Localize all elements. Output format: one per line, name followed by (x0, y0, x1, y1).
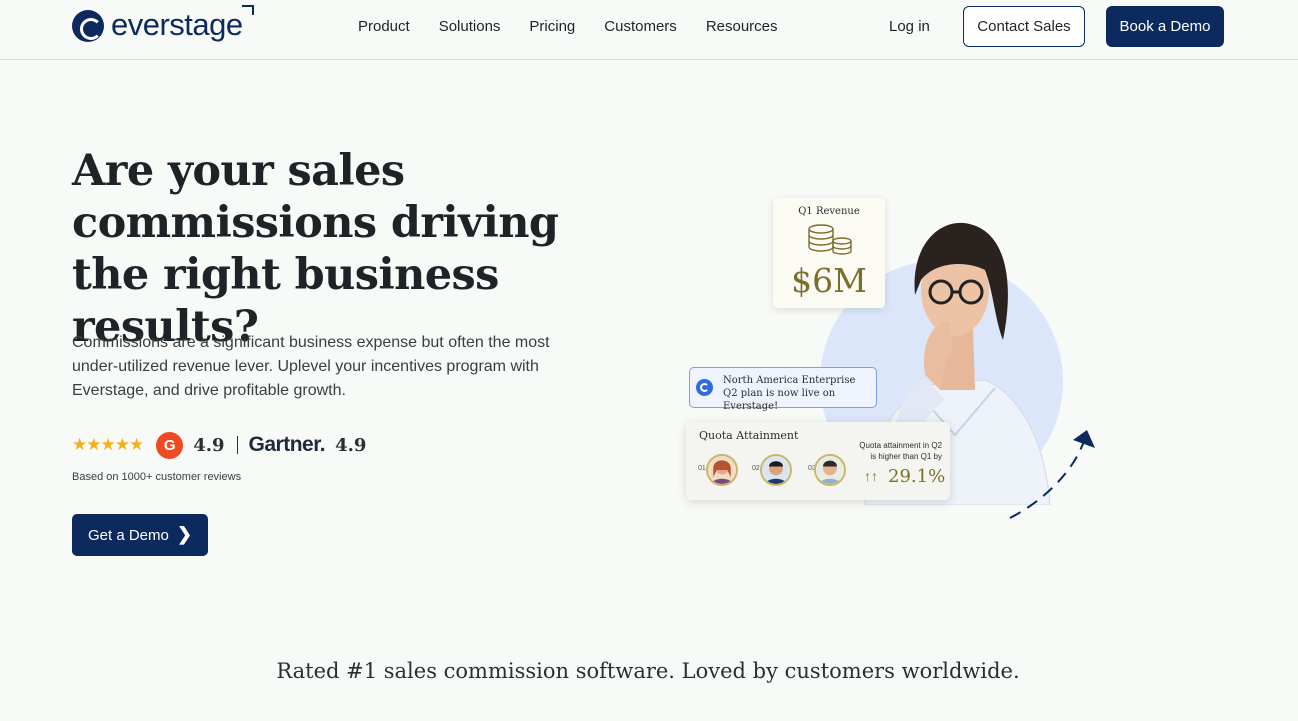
gartner-score: 4.9 (335, 434, 367, 456)
quota-title: Quota Attainment (699, 429, 799, 442)
star-rating-icon: ★★★★★ (72, 435, 144, 454)
gartner-logo: Gartner. (248, 433, 326, 456)
quota-value: 29.1% (888, 466, 946, 487)
q1-revenue-label: Q1 Revenue (798, 206, 860, 217)
reviews-note: Based on 1000+ customer reviews (72, 471, 242, 483)
rank-label-01: 01 (698, 465, 706, 472)
g2-logo-icon: G (156, 431, 184, 459)
q1-revenue-value: $6M (791, 261, 867, 300)
rank-label-02: 02 (752, 465, 760, 472)
hero-illustration: Q1 Revenue $6M North America Enterprise … (660, 145, 1220, 560)
notification-text: North America Enterprise Q2 plan is now … (723, 375, 856, 412)
q1-revenue-card: Q1 Revenue $6M (773, 198, 885, 308)
nav-item-customers[interactable]: Customers (604, 18, 677, 36)
quota-attainment-card: Quota Attainment 01 02 03 Quota attainme… (686, 422, 950, 500)
tagline: Rated #1 sales commission software. Love… (276, 659, 1020, 683)
hero-subtitle: Commissions are a significant business e… (72, 334, 550, 399)
contact-sales-button[interactable]: Contact Sales (963, 6, 1085, 47)
nav-item-resources[interactable]: Resources (706, 18, 778, 36)
everstage-badge-icon (696, 379, 713, 396)
login-link[interactable]: Log in (889, 18, 930, 36)
plan-live-notification: North America Enterprise Q2 plan is now … (689, 367, 877, 412)
dashed-arrow-icon (1009, 430, 1095, 519)
logo-wordmark: everstage (111, 7, 243, 42)
avatar-01 (706, 454, 738, 486)
site-header: everstage Product Solutions Pricing Cust… (0, 0, 1298, 60)
book-demo-button[interactable]: Book a Demo (1106, 6, 1224, 47)
get-demo-label: Get a Demo (88, 526, 169, 544)
ratings-row: ★★★★★ G 4.9 Gartner. 4.9 (72, 431, 366, 459)
nav-item-pricing[interactable]: Pricing (529, 18, 575, 36)
main-nav: Product Solutions Pricing Customers Reso… (358, 18, 807, 36)
hero-title: Are your sales commissions driving the r… (72, 146, 559, 352)
nav-item-product[interactable]: Product (358, 18, 410, 36)
rating-divider (236, 436, 238, 454)
g2-score: 4.9 (193, 434, 225, 456)
quota-note: Quota attainment in Q2 is higher than Q1… (859, 441, 942, 461)
coin-stack-icon (808, 224, 852, 255)
nav-item-solutions[interactable]: Solutions (439, 18, 501, 36)
everstage-logo[interactable]: everstage (72, 5, 254, 43)
get-demo-button[interactable]: Get a Demo ❯ (72, 514, 208, 556)
avatar-02 (760, 454, 792, 486)
up-arrows-icon: ↑↑ (864, 468, 878, 484)
logo-mark-icon (72, 10, 104, 42)
avatar-03 (814, 454, 846, 486)
chevron-right-icon: ❯ (177, 524, 193, 544)
logo-tick-icon (242, 5, 254, 15)
